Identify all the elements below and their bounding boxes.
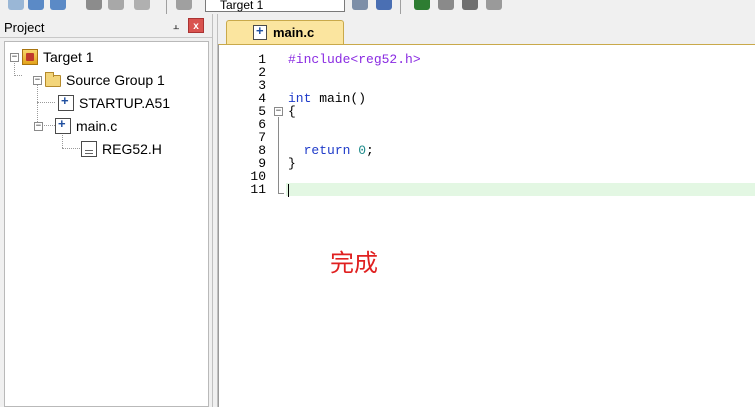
- download-icon[interactable]: [176, 0, 192, 10]
- tree-node-label: Source Group 1: [66, 72, 165, 88]
- text-caret: [288, 184, 289, 197]
- source-file-icon: [58, 93, 74, 111]
- code-text: }: [288, 156, 296, 171]
- manage-components-icon[interactable]: [376, 0, 392, 10]
- tab-main-c[interactable]: main.c: [226, 20, 344, 44]
- target-select[interactable]: Target 1: [205, 0, 345, 12]
- translate-icon[interactable]: [86, 0, 102, 10]
- tree-node-reg52-header[interactable]: REG52.H: [81, 139, 162, 159]
- toolbar-separator: [400, 0, 401, 14]
- code-line-4: int main(): [288, 92, 366, 105]
- tree-node-label: Target 1: [43, 49, 94, 65]
- tree-node-main-c[interactable]: − main.c: [34, 116, 118, 136]
- pin-icon[interactable]: ⫠: [170, 19, 182, 33]
- source-file-icon: [55, 116, 71, 134]
- project-panel-header: Project ⫠ x: [0, 14, 212, 38]
- pack-installer-icon[interactable]: [462, 0, 478, 10]
- annotation-text: 完成: [330, 249, 378, 277]
- tab-label: main.c: [273, 25, 315, 40]
- tree-node-source-group[interactable]: − Source Group 1: [33, 70, 165, 90]
- target-options-icon[interactable]: [352, 0, 368, 10]
- open-icon[interactable]: [8, 0, 24, 10]
- tree-node-label: REG52.H: [102, 141, 162, 157]
- source-file-icon: [253, 23, 267, 40]
- tree-connector: [37, 102, 55, 103]
- keyword: return: [303, 143, 351, 158]
- code-line-9: }: [288, 157, 296, 170]
- collapse-icon[interactable]: −: [34, 121, 43, 131]
- fold-line: [278, 117, 279, 193]
- code-text: ;: [366, 143, 374, 158]
- editor-tab-strip: main.c: [218, 14, 755, 44]
- code-text: main(): [311, 91, 367, 106]
- tree-node-label: STARTUP.A51: [79, 95, 171, 111]
- fold-collapse-icon[interactable]: −: [274, 107, 283, 116]
- toolbar: Target 1: [0, 0, 755, 14]
- rebuild-icon[interactable]: [134, 0, 150, 10]
- line-number-gutter: 1 2 3 4 5 6 7 8 9 10 11: [219, 45, 269, 407]
- project-panel-title: Project: [4, 20, 45, 35]
- project-tree: − Target 1 − Source Group 1 STARTUP.A51 …: [4, 41, 209, 407]
- project-panel: Project ⫠ x − Target 1 − Source Group 1 …: [0, 14, 212, 407]
- folder-icon: [45, 72, 61, 87]
- current-line-highlight: [286, 183, 755, 196]
- save-all-icon[interactable]: [50, 0, 66, 10]
- tree-node-label: main.c: [76, 118, 118, 134]
- tree-connector: [14, 75, 22, 76]
- collapse-icon[interactable]: −: [33, 75, 42, 85]
- header-file-icon: [81, 141, 97, 157]
- fold-margin: −: [272, 45, 286, 407]
- build-icon[interactable]: [108, 0, 124, 10]
- preprocessor-directive: #include<reg52.h>: [288, 52, 421, 67]
- select-pack-icon[interactable]: [438, 0, 454, 10]
- code-line-5: {: [288, 105, 296, 118]
- editor-area: main.c 1 2 3 4 5 6 7 8 9 10 11 − #includ…: [218, 14, 755, 407]
- code-text: {: [288, 104, 296, 119]
- tree-node-target[interactable]: − Target 1: [10, 47, 94, 67]
- tree-connector: [62, 148, 80, 149]
- run-time-env-icon[interactable]: [486, 0, 502, 10]
- code-editor[interactable]: 1 2 3 4 5 6 7 8 9 10 11 − #include<reg52…: [218, 44, 755, 407]
- number-literal: 0: [358, 143, 367, 158]
- save-icon[interactable]: [28, 0, 44, 10]
- code-line-8: return 0;: [288, 144, 374, 157]
- code-line-1: #include<reg52.h>: [288, 53, 421, 66]
- toolbar-separator: [166, 0, 167, 14]
- fold-end: [278, 193, 284, 194]
- layout-icon[interactable]: [414, 0, 430, 10]
- close-icon[interactable]: x: [188, 18, 204, 33]
- collapse-icon[interactable]: −: [10, 52, 19, 62]
- target-icon: [22, 49, 38, 65]
- line-number: 11: [250, 182, 266, 197]
- tree-node-startup-file[interactable]: STARTUP.A51: [58, 93, 170, 113]
